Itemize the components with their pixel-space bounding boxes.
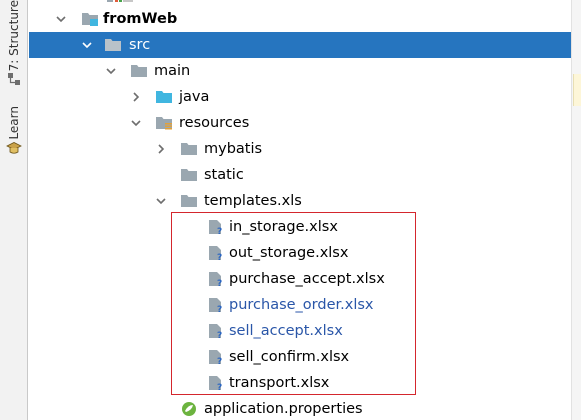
vertical-scrollbar[interactable] xyxy=(571,0,581,420)
tree-row-main[interactable]: main xyxy=(29,58,581,84)
resources-folder-icon xyxy=(156,117,172,130)
tree-row-java[interactable]: java xyxy=(29,84,581,110)
tree-row-resources[interactable]: resources xyxy=(29,110,581,136)
project-tree[interactable]: fromWeb src main java resources mybatis … xyxy=(29,0,581,420)
tree-label: application.properties xyxy=(204,401,363,417)
chevron-right-icon[interactable] xyxy=(154,142,168,156)
chevron-right-icon[interactable] xyxy=(129,90,143,104)
tree-row-src[interactable]: src xyxy=(29,32,581,58)
chevron-down-icon[interactable] xyxy=(154,194,168,208)
chevron-down-icon[interactable] xyxy=(80,38,94,52)
tree-label: static xyxy=(204,167,244,183)
tree-label: mybatis xyxy=(204,141,263,157)
tree-label: fromWeb xyxy=(103,11,178,27)
tree-label: java xyxy=(179,89,210,105)
tree-row-mybatis[interactable]: mybatis xyxy=(29,136,581,162)
source-folder-icon xyxy=(156,91,172,103)
tree-label: src xyxy=(129,37,151,53)
learn-tab-label: Learn xyxy=(7,106,21,140)
chevron-down-icon[interactable] xyxy=(54,12,68,26)
structure-tab-label: 7: Structure xyxy=(7,0,21,72)
highlight-box xyxy=(171,212,416,395)
chevron-down-icon[interactable] xyxy=(104,64,118,78)
learn-tool-tab[interactable]: Learn xyxy=(3,106,25,156)
structure-icon xyxy=(8,73,20,86)
tool-window-strip: 7: Structure Learn xyxy=(0,0,28,420)
folder-icon xyxy=(181,143,197,155)
tree-row-static[interactable]: static xyxy=(29,162,581,188)
graduation-cap-icon xyxy=(6,141,22,154)
editor-edge-panel xyxy=(573,74,581,106)
tree-row-file[interactable]: application.properties xyxy=(29,396,581,420)
folder-icon xyxy=(181,169,197,181)
folder-icon xyxy=(131,65,147,77)
folder-icon xyxy=(105,39,121,51)
file-icons-partial xyxy=(107,0,133,2)
tree-label: templates.xls xyxy=(204,193,302,209)
structure-tool-tab[interactable]: 7: Structure xyxy=(3,0,25,87)
spring-properties-icon xyxy=(182,402,196,416)
partial-row-top xyxy=(107,0,133,2)
tree-label: resources xyxy=(179,115,250,131)
folder-icon xyxy=(181,195,197,207)
tree-row-module[interactable]: fromWeb xyxy=(29,6,581,32)
chevron-down-icon[interactable] xyxy=(129,116,143,130)
tree-row-templates[interactable]: templates.xls xyxy=(29,188,581,214)
module-folder-icon xyxy=(82,13,98,26)
tree-label: main xyxy=(154,63,191,79)
